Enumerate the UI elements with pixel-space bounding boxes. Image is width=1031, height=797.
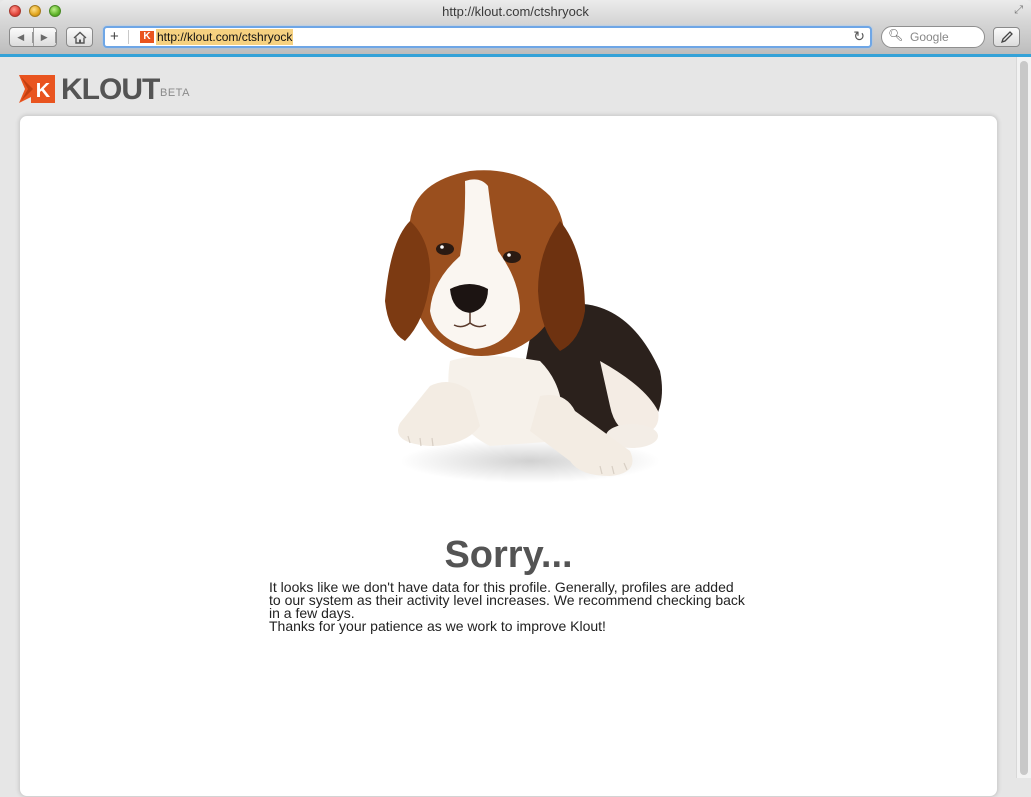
- url-text[interactable]: http://klout.com/ctshryock: [156, 29, 294, 45]
- window-titlebar: http://klout.com/ctshryock ⤢: [0, 0, 1031, 22]
- home-button[interactable]: [66, 27, 93, 47]
- beta-label: BETA: [160, 87, 190, 99]
- window-title: http://klout.com/ctshryock: [442, 4, 589, 19]
- address-bar[interactable]: + K http://klout.com/ctshryock ↻: [103, 26, 872, 48]
- fullscreen-icon[interactable]: ⤢: [1014, 4, 1023, 17]
- thanks-message: Thanks for your patience as we work to i…: [269, 618, 606, 634]
- forward-button[interactable]: ▶: [34, 28, 56, 46]
- back-arrow-icon: ◀: [10, 31, 33, 43]
- search-icon: 🔍︎: [888, 28, 904, 42]
- address-separator: [128, 30, 129, 44]
- content-card: Sorry... It looks like we don't have dat…: [19, 115, 998, 797]
- search-placeholder: Google: [910, 30, 949, 44]
- site-favicon: K: [140, 31, 154, 43]
- svg-text:K: K: [36, 80, 51, 102]
- pencil-icon: [1000, 31, 1013, 44]
- forward-arrow-icon: ▶: [34, 31, 56, 43]
- klout-logo-mark: K: [19, 75, 55, 103]
- scrollbar-thumb[interactable]: [1020, 61, 1028, 775]
- back-forward-buttons: ◀ ▶: [9, 27, 57, 47]
- browser-toolbar: ◀ ▶ + K http://klout.com/ctshryock ↻ 🔍︎ …: [0, 22, 1031, 55]
- web-page: K KLOUT BETA Sorry... It looks like we d…: [0, 57, 1016, 797]
- reload-icon[interactable]: ↻: [853, 28, 865, 45]
- home-icon: [73, 31, 86, 44]
- error-message: It looks like we don't have data for thi…: [269, 579, 749, 634]
- sad-puppy-image: [385, 170, 662, 483]
- add-bookmark-icon[interactable]: +: [110, 28, 119, 45]
- vertical-scrollbar[interactable]: [1016, 57, 1031, 778]
- back-button[interactable]: ◀: [10, 28, 34, 46]
- logo-wordmark: KLOUT: [61, 73, 160, 106]
- sorry-heading: Sorry...: [444, 534, 573, 576]
- search-field[interactable]: 🔍︎ Google: [881, 26, 985, 48]
- message-paragraph: It looks like we don't have data for thi…: [269, 579, 745, 621]
- bookmarks-button[interactable]: [993, 27, 1020, 47]
